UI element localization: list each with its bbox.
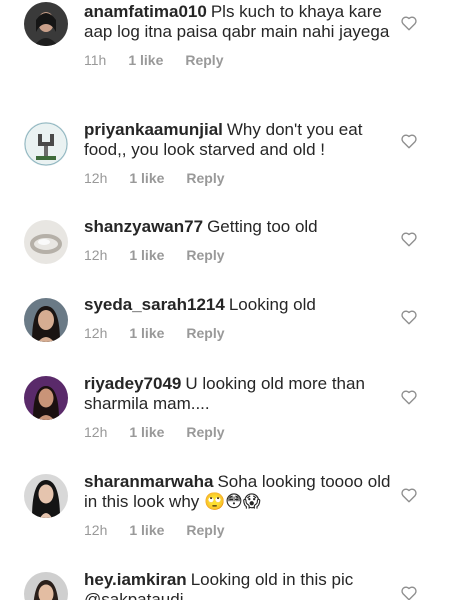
comment-username[interactable]: hey.iamkiran bbox=[84, 570, 187, 589]
comment-time: 12h bbox=[84, 170, 108, 186]
comment-username[interactable]: syeda_sarah1214 bbox=[84, 295, 225, 314]
comment-meta: 11h 1 like Reply bbox=[84, 51, 392, 69]
comment-username[interactable]: anamfatima010 bbox=[84, 2, 207, 21]
comment-username[interactable]: shanzyawan77 bbox=[84, 217, 203, 236]
reply-button[interactable]: Reply bbox=[185, 51, 223, 69]
comment-time: 12h bbox=[84, 522, 108, 538]
comment-body: Getting too old bbox=[207, 217, 318, 236]
heart-icon[interactable] bbox=[400, 584, 418, 600]
likes-count[interactable]: 1 like bbox=[129, 423, 164, 441]
user-avatar[interactable] bbox=[24, 220, 68, 264]
likes-count[interactable]: 1 like bbox=[129, 169, 164, 187]
comment-text: sharanmarwaha Soha looking toooo old in t… bbox=[84, 472, 392, 512]
comment-meta: 12h 1 like Reply bbox=[84, 324, 392, 342]
user-avatar[interactable] bbox=[24, 474, 68, 518]
comment-text: riyadey7049 U looking old more than sharm… bbox=[84, 374, 392, 414]
user-avatar[interactable] bbox=[24, 376, 68, 420]
comment-text: anamfatima010 Pls kuch to khaya kare aap … bbox=[84, 2, 392, 42]
comment-text: priyankaamunjial Why don't you eat food,,… bbox=[84, 120, 392, 160]
comment-meta: 12h 1 like Reply bbox=[84, 169, 392, 187]
likes-count[interactable]: 1 like bbox=[128, 51, 163, 69]
hand-symbol-avatar-icon bbox=[24, 122, 68, 166]
woman-avatar-icon bbox=[24, 572, 68, 600]
comment-text: shanzyawan77 Getting too old bbox=[84, 217, 392, 237]
comment-time: 12h bbox=[84, 247, 108, 263]
comment-username[interactable]: sharanmarwaha bbox=[84, 472, 213, 491]
ring-photo-avatar-icon bbox=[24, 220, 68, 264]
comment-username[interactable]: priyankaamunjial bbox=[84, 120, 223, 139]
comment-body: Looking old in this pic bbox=[190, 570, 354, 589]
user-avatar[interactable] bbox=[24, 572, 68, 600]
comment-time: 12h bbox=[84, 424, 108, 440]
comment-body: Looking old bbox=[228, 295, 316, 314]
emoji-reactions: 🙄😳😱 bbox=[204, 492, 261, 511]
likes-count[interactable]: 1 like bbox=[129, 324, 164, 342]
reply-button[interactable]: Reply bbox=[186, 246, 224, 264]
comments-list: anamfatima010 Pls kuch to khaya kare aap … bbox=[0, 0, 450, 600]
reply-button[interactable]: Reply bbox=[186, 169, 224, 187]
woman-long-hair-avatar-icon bbox=[24, 474, 68, 518]
comment-meta: 12h 1 like Reply bbox=[84, 521, 392, 539]
reply-button[interactable]: Reply bbox=[186, 423, 224, 441]
heart-icon[interactable] bbox=[400, 388, 418, 406]
woman-portrait-avatar-icon bbox=[24, 298, 68, 342]
reply-button[interactable]: Reply bbox=[186, 324, 224, 342]
mention-link[interactable]: @sakpataudi bbox=[84, 590, 184, 600]
comment-username[interactable]: riyadey7049 bbox=[84, 374, 181, 393]
reply-button[interactable]: Reply bbox=[186, 521, 224, 539]
woman-dark-hair-avatar-icon bbox=[24, 2, 68, 46]
user-avatar[interactable] bbox=[24, 122, 68, 166]
likes-count[interactable]: 1 like bbox=[129, 521, 164, 539]
comment-time: 11h bbox=[84, 52, 107, 68]
heart-icon[interactable] bbox=[400, 308, 418, 326]
woman-purple-background-avatar-icon bbox=[24, 376, 68, 420]
heart-icon[interactable] bbox=[400, 486, 418, 504]
user-avatar[interactable] bbox=[24, 298, 68, 342]
comment-text: hey.iamkiran Looking old in this pic @sak… bbox=[84, 570, 392, 600]
comment-meta: 12h 1 like Reply bbox=[84, 423, 392, 441]
comment-time: 12h bbox=[84, 325, 108, 341]
heart-icon[interactable] bbox=[400, 132, 418, 150]
likes-count[interactable]: 1 like bbox=[129, 246, 164, 264]
comment-text: syeda_sarah1214 Looking old bbox=[84, 295, 392, 315]
heart-icon[interactable] bbox=[400, 14, 418, 32]
heart-icon[interactable] bbox=[400, 230, 418, 248]
comment-meta: 12h 1 like Reply bbox=[84, 246, 392, 264]
user-avatar[interactable] bbox=[24, 2, 68, 46]
